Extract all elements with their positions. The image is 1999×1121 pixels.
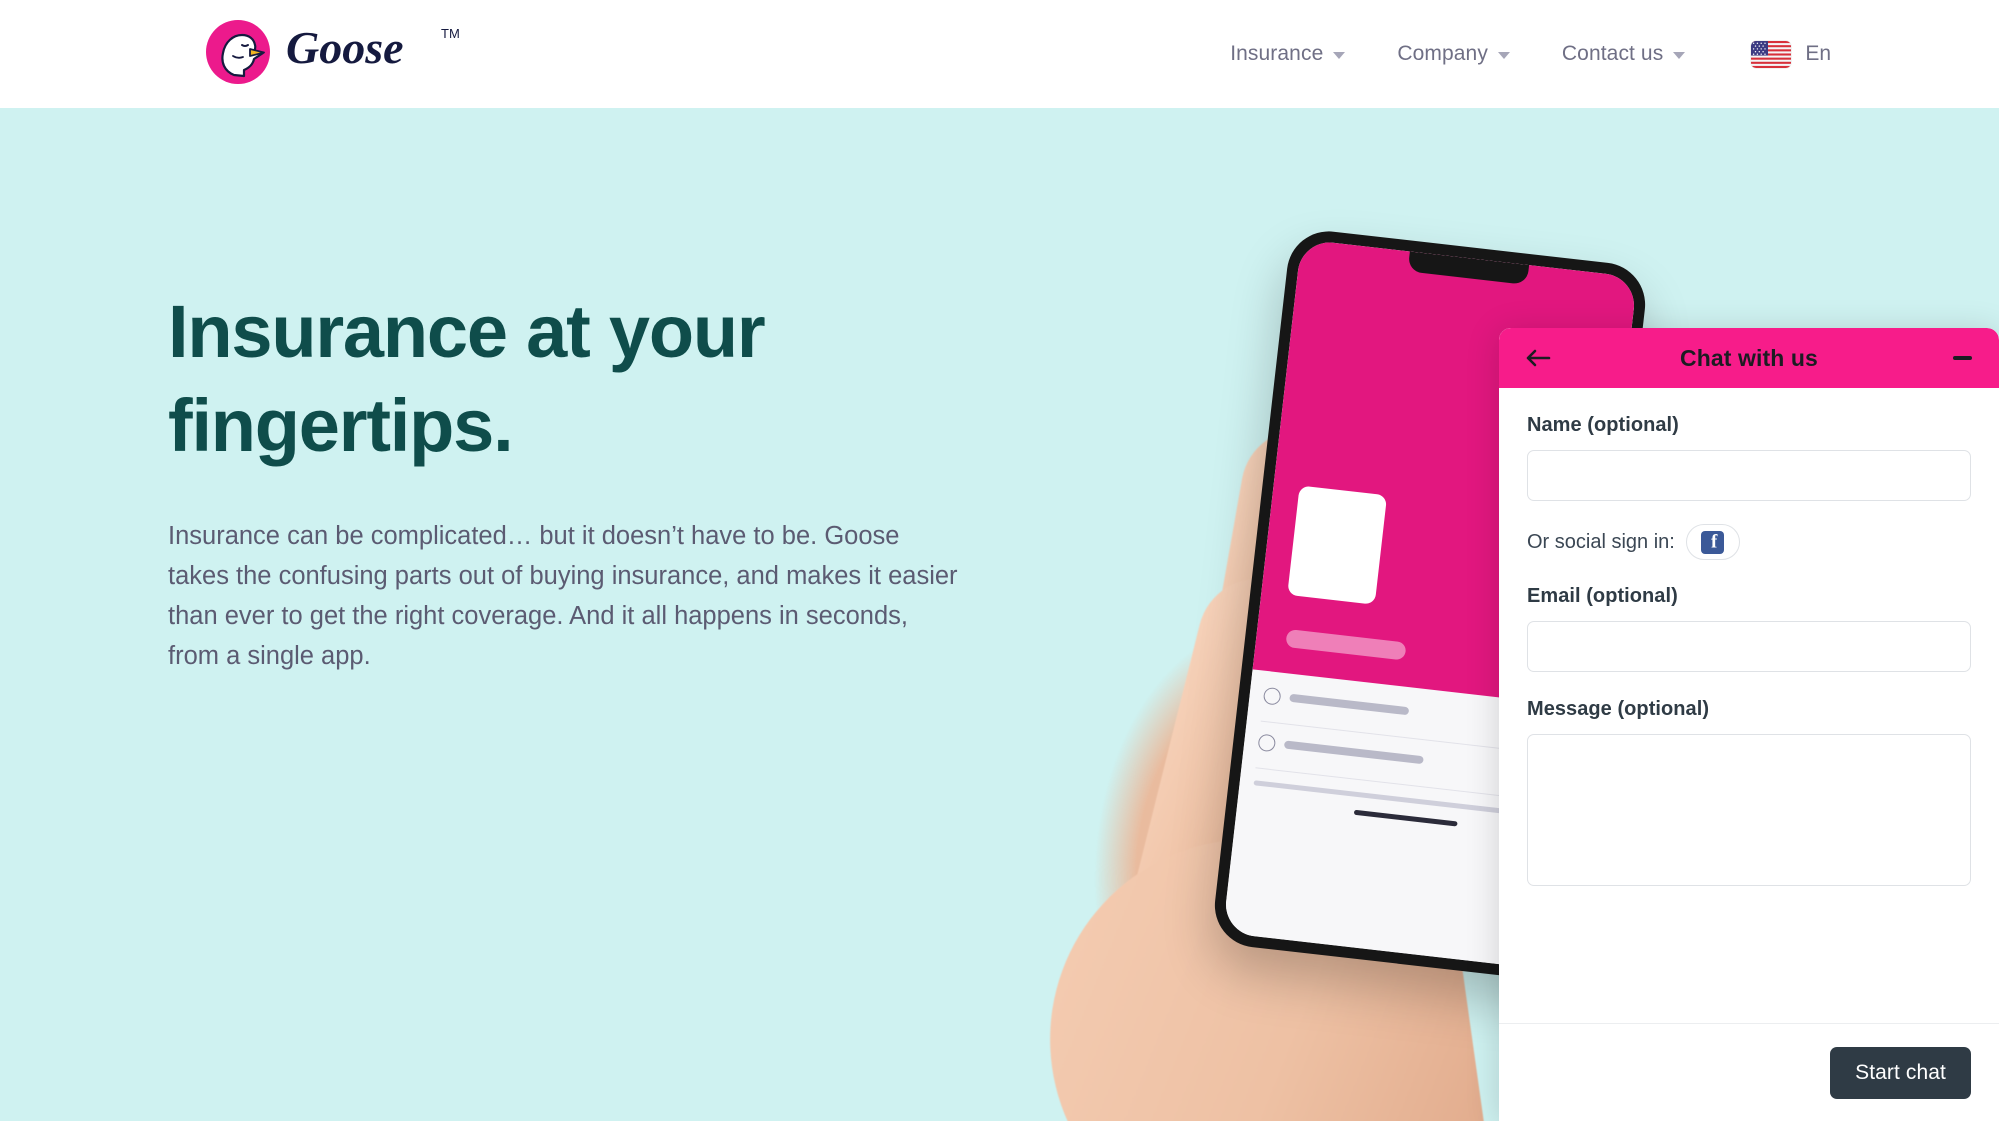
chevron-down-icon <box>1497 52 1510 59</box>
phone-home-indicator <box>1353 809 1458 827</box>
hero-paragraph: Insurance can be complicated… but it doe… <box>168 522 958 670</box>
chat-widget-title: Chat with us <box>1680 344 1818 371</box>
claim-icon <box>1262 686 1282 706</box>
message-textarea[interactable] <box>1527 734 1971 886</box>
chat-widget: Chat with us Name (optional) Or social s… <box>1499 328 1999 1121</box>
facebook-signin-button[interactable]: f <box>1685 524 1740 560</box>
chevron-down-icon <box>1673 52 1686 59</box>
page-title: Insurance at your fingertips. <box>168 285 998 473</box>
nav-item-company[interactable]: Company <box>1371 42 1536 66</box>
social-signin-label: Or social sign in: <box>1527 530 1675 553</box>
email-input[interactable] <box>1527 621 1971 672</box>
hero-title-line-1: Insurance at your <box>168 290 766 373</box>
facebook-icon: f <box>1701 530 1725 554</box>
site-header: Goose TM Insurance Company Contact us En <box>0 0 1999 108</box>
nav-label-contact-us: Contact us <box>1561 42 1664 65</box>
main-navigation: Insurance Company Contact us En <box>1204 0 1831 108</box>
nav-item-insurance[interactable]: Insurance <box>1204 42 1371 66</box>
hero-copy: Insurance at your fingertips. Insurance … <box>168 285 998 676</box>
back-arrow-icon[interactable] <box>1523 343 1553 373</box>
svg-text:Goose: Goose <box>286 22 404 73</box>
chat-widget-footer: Start chat <box>1499 1023 1999 1121</box>
message-field-label: Message (optional) <box>1527 698 1710 720</box>
name-field-label: Name (optional) <box>1527 414 1679 436</box>
chat-widget-body: Name (optional) Or social sign in: f Ema… <box>1499 388 1999 1023</box>
phone-app-badge <box>1287 485 1388 605</box>
page-root: Goose TM Insurance Company Contact us En… <box>0 0 1999 1121</box>
minimize-bar <box>1952 356 1972 360</box>
social-signin-row: Or social sign in: f <box>1527 524 1971 560</box>
brand-wordmark: Goose TM <box>286 18 476 86</box>
nav-item-contact-us[interactable]: Contact us <box>1536 42 1711 66</box>
phone-list-label <box>1283 740 1424 765</box>
facebook-glyph: f <box>1710 531 1718 553</box>
phone-app-script-text <box>1285 628 1407 661</box>
us-flag-icon <box>1751 40 1792 68</box>
nav-label-insurance: Insurance <box>1230 42 1324 65</box>
start-chat-button[interactable]: Start chat <box>1830 1046 1971 1099</box>
chevron-down-icon <box>1333 52 1346 59</box>
phone-fine-print <box>1253 779 1519 816</box>
minimize-icon[interactable] <box>1947 343 1977 373</box>
chat-bubble-icon <box>1257 733 1277 753</box>
nav-label-company: Company <box>1397 42 1488 65</box>
phone-list-label <box>1289 693 1410 716</box>
chat-widget-header: Chat with us <box>1499 328 1999 388</box>
phone-notch <box>1407 251 1530 285</box>
email-field-label: Email (optional) <box>1527 585 1678 607</box>
hero-title-line-2: fingertips. <box>168 384 514 467</box>
brand-logo[interactable]: Goose TM <box>204 16 476 88</box>
language-switcher[interactable]: En <box>1711 40 1831 68</box>
svg-text:TM: TM <box>441 26 460 41</box>
goose-logo-icon <box>204 18 272 86</box>
language-label: En <box>1805 42 1831 65</box>
name-input[interactable] <box>1527 450 1971 501</box>
